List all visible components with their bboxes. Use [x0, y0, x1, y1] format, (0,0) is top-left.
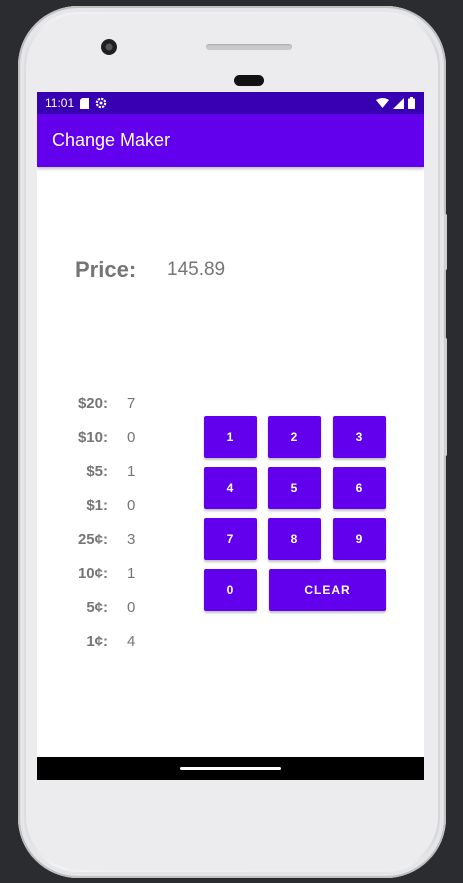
denomination-label: 10¢:: [77, 565, 108, 582]
home-gesture-handle[interactable]: [180, 767, 281, 770]
change-row-10-cents: 10¢: 1: [37, 565, 157, 599]
key-6-button[interactable]: 6: [333, 467, 386, 509]
main-content: Price: 145.89 $20: 7 $10: 0 $5: 1 $1: 0 …: [37, 167, 424, 757]
denomination-count: 0: [127, 429, 136, 446]
proximity-sensor: [234, 75, 264, 86]
key-3-button[interactable]: 3: [333, 416, 386, 458]
change-row-20-dollars: $20: 7: [37, 395, 157, 429]
change-row-1-dollar: $1: 0: [37, 497, 157, 531]
change-row-25-cents: 25¢: 3: [37, 531, 157, 565]
device-screen: 11:01 Change Maker Price: 145.89 $20: 7 …: [37, 92, 424, 780]
battery-icon: [408, 97, 415, 109]
key-5-button[interactable]: 5: [268, 467, 321, 509]
earpiece-speaker: [206, 44, 292, 50]
key-2-button[interactable]: 2: [268, 416, 321, 458]
denomination-label: 25¢:: [77, 531, 108, 548]
key-4-button[interactable]: 4: [204, 467, 257, 509]
denomination-count: 1: [127, 463, 136, 480]
denomination-label: $10:: [77, 429, 108, 446]
status-time: 11:01: [45, 96, 75, 110]
power-button[interactable]: [444, 214, 447, 270]
denomination-count: 1: [127, 565, 136, 582]
denomination-label: 1¢:: [86, 633, 108, 650]
price-label: Price:: [75, 257, 137, 282]
app-bar: Change Maker: [37, 114, 424, 167]
denomination-label: $20:: [77, 395, 108, 412]
navigation-bar: [37, 757, 424, 780]
key-7-button[interactable]: 7: [204, 518, 257, 560]
denomination-count: 3: [127, 531, 136, 548]
denomination-count: 4: [127, 633, 136, 650]
status-bar: 11:01: [37, 92, 424, 114]
key-8-button[interactable]: 8: [268, 518, 321, 560]
change-row-5-cents: 5¢: 0: [37, 599, 157, 633]
wifi-icon: [376, 98, 389, 108]
settings-icon: [95, 97, 107, 109]
signal-icon: [393, 97, 404, 109]
denomination-label: $1:: [86, 497, 108, 514]
denomination-label: $5:: [86, 463, 108, 480]
volume-button[interactable]: [444, 338, 447, 456]
change-row-10-dollars: $10: 0: [37, 429, 157, 463]
change-row-5-dollars: $5: 1: [37, 463, 157, 497]
key-1-button[interactable]: 1: [204, 416, 257, 458]
sim-card-icon: [80, 97, 90, 109]
denomination-label: 5¢:: [86, 599, 108, 616]
key-0-button[interactable]: 0: [204, 569, 257, 611]
clear-button[interactable]: CLEAR: [269, 569, 386, 611]
front-camera: [101, 39, 117, 55]
change-row-1-cent: 1¢: 4: [37, 633, 157, 667]
app-title: Change Maker: [52, 130, 171, 150]
denomination-count: 7: [127, 395, 136, 412]
key-9-button[interactable]: 9: [333, 518, 386, 560]
denomination-count: 0: [127, 497, 136, 514]
price-value: 145.89: [167, 259, 226, 280]
denomination-count: 0: [127, 599, 136, 616]
